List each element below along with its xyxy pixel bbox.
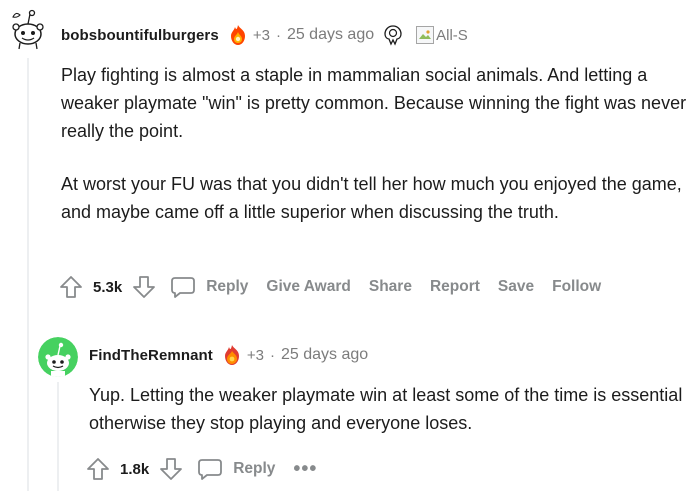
reply-username[interactable]: FindTheRemnant bbox=[89, 347, 213, 364]
follow-button[interactable]: Follow bbox=[552, 278, 601, 296]
reply-actions: 1.8k Reply ••• bbox=[86, 454, 317, 484]
thread-line[interactable] bbox=[27, 58, 29, 491]
report-button[interactable]: Report bbox=[430, 278, 480, 296]
broken-image-icon: All-S bbox=[416, 26, 468, 44]
reply-reply-button[interactable]: Reply bbox=[197, 457, 275, 481]
reply-flair-count: +3 bbox=[246, 346, 265, 364]
thread-line-nested[interactable] bbox=[57, 382, 59, 491]
flair-count: +3 bbox=[252, 26, 270, 44]
broken-image-frame bbox=[416, 26, 435, 44]
share-button[interactable]: Share bbox=[369, 278, 412, 296]
snoo-avatar-icon[interactable] bbox=[5, 5, 51, 51]
snoo-green-avatar-icon[interactable] bbox=[38, 337, 78, 377]
separator: · bbox=[270, 346, 276, 364]
arrow-up-icon[interactable] bbox=[59, 275, 83, 299]
comment-paragraph-2: At worst your FU was that you didn't tel… bbox=[61, 174, 682, 222]
arrow-up-icon[interactable] bbox=[86, 457, 110, 481]
reply-text: Yup. Letting the weaker playmate win at … bbox=[89, 385, 683, 433]
burning-award-icon[interactable] bbox=[221, 344, 243, 366]
reply-timestamp[interactable]: 25 days ago bbox=[281, 346, 368, 364]
arrow-down-icon[interactable] bbox=[159, 457, 183, 481]
reply-header: FindTheRemnant +3 · 25 days ago bbox=[89, 343, 368, 367]
timestamp[interactable]: 25 days ago bbox=[287, 26, 374, 44]
vote-count: 5.3k bbox=[93, 278, 123, 296]
more-options-button[interactable]: ••• bbox=[293, 459, 317, 479]
speech-bubble-icon bbox=[170, 275, 196, 299]
save-button[interactable]: Save bbox=[498, 278, 534, 296]
comment-header: bobsbountifulburgers +3 · 25 days ago Al… bbox=[61, 23, 468, 47]
comment-actions: 5.3k Reply Give Award Share Report Save … bbox=[59, 272, 601, 302]
arrow-down-icon[interactable] bbox=[132, 275, 156, 299]
give-award-button[interactable]: Give Award bbox=[266, 278, 350, 296]
username[interactable]: bobsbountifulburgers bbox=[61, 27, 219, 44]
reply-button[interactable]: Reply bbox=[170, 275, 248, 299]
reply-label: Reply bbox=[206, 278, 249, 295]
burning-award-icon[interactable] bbox=[227, 24, 249, 46]
reply-vote-count: 1.8k bbox=[120, 460, 150, 478]
comment-paragraph-1: Play fighting is almost a staple in mamm… bbox=[61, 65, 687, 141]
broken-image-alt: All-S bbox=[436, 26, 468, 44]
separator: · bbox=[275, 26, 281, 44]
wholesome-seal-icon[interactable] bbox=[382, 24, 404, 46]
reply-reply-label: Reply bbox=[233, 460, 276, 477]
speech-bubble-icon bbox=[197, 457, 223, 481]
